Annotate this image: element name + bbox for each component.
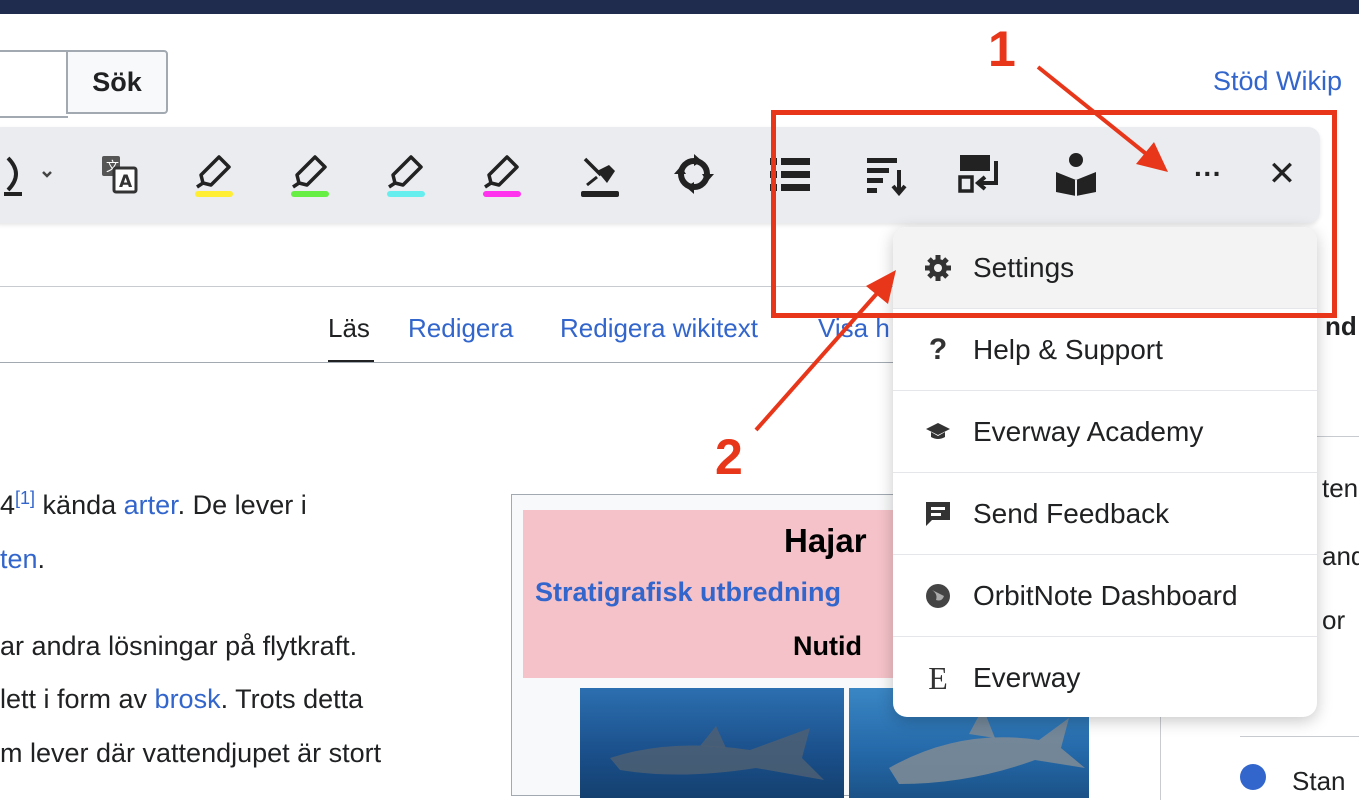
- article-line-5: m lever där vattendjupet är stort: [0, 738, 382, 768]
- link-ten[interactable]: ten: [0, 544, 38, 574]
- infobox-stratigraphy-link[interactable]: Stratigrafisk utbredning: [535, 577, 841, 608]
- refresh-icon[interactable]: [666, 146, 722, 202]
- svg-text:A: A: [119, 172, 133, 192]
- everway-logo-icon: E: [928, 659, 948, 696]
- right-column-divider-2: [1240, 736, 1359, 737]
- article-line-1: 4[1] kända arter. De lever i: [0, 488, 307, 520]
- location-icon: [1240, 764, 1266, 790]
- tabs-divider: [0, 362, 900, 363]
- right-column-line-3: or: [1322, 605, 1346, 635]
- highlighter-magenta-icon[interactable]: [474, 146, 530, 202]
- question-icon: ?: [928, 332, 948, 366]
- right-column-bottom: Stan: [1292, 766, 1346, 796]
- article-line-4: lett i form av brosk. Trots detta: [0, 684, 364, 714]
- clear-highlight-icon[interactable]: [572, 146, 628, 202]
- menu-item-feedback[interactable]: Send Feedback: [893, 473, 1317, 555]
- menu-item-academy[interactable]: Everway Academy: [893, 391, 1317, 473]
- tab-edit[interactable]: Redigera: [408, 313, 514, 344]
- shark-image-1[interactable]: [580, 688, 844, 798]
- article-line-2: ten.: [0, 544, 46, 574]
- article-line-3: ar andra lösningar på flytkraft.: [0, 631, 358, 661]
- annotation-label-1: 1: [988, 21, 1016, 77]
- search-input[interactable]: [0, 50, 68, 118]
- highlighter-cyan-icon[interactable]: [378, 146, 434, 202]
- globe-icon: [915, 582, 961, 610]
- tab-edit-wikitext[interactable]: Redigera wikitext: [560, 313, 758, 344]
- menu-item-orbitnote[interactable]: OrbitNote Dashboard: [893, 555, 1317, 637]
- infobox-era: Nutid: [793, 631, 862, 661]
- infobox-title: Hajar: [784, 522, 867, 559]
- menu-item-everway[interactable]: E Everway: [893, 637, 1317, 717]
- link-arter[interactable]: arter: [124, 490, 178, 520]
- tab-read[interactable]: Läs: [328, 313, 370, 344]
- graduation-cap-icon: [915, 421, 961, 443]
- highlighter-yellow-icon[interactable]: [186, 146, 242, 202]
- chevron-down-icon[interactable]: [32, 146, 62, 202]
- link-brosk[interactable]: brosk: [155, 684, 221, 714]
- support-link[interactable]: Stöd Wikip: [1213, 66, 1342, 97]
- search-button[interactable]: Sök: [66, 50, 168, 114]
- translate-icon[interactable]: 文A: [92, 146, 148, 202]
- citation-link[interactable]: [1]: [15, 488, 35, 508]
- header-divider: [0, 286, 900, 287]
- right-column-line-1: ten: [1322, 473, 1359, 503]
- menu-item-help[interactable]: ? Help & Support: [893, 309, 1317, 391]
- feedback-icon: [915, 499, 961, 529]
- top-bar: [0, 0, 1359, 14]
- annotation-label-2: 2: [715, 429, 743, 485]
- highlighter-green-icon[interactable]: [282, 146, 338, 202]
- right-column-line-2: and: [1322, 541, 1359, 571]
- annotation-highlight-box: [771, 110, 1337, 318]
